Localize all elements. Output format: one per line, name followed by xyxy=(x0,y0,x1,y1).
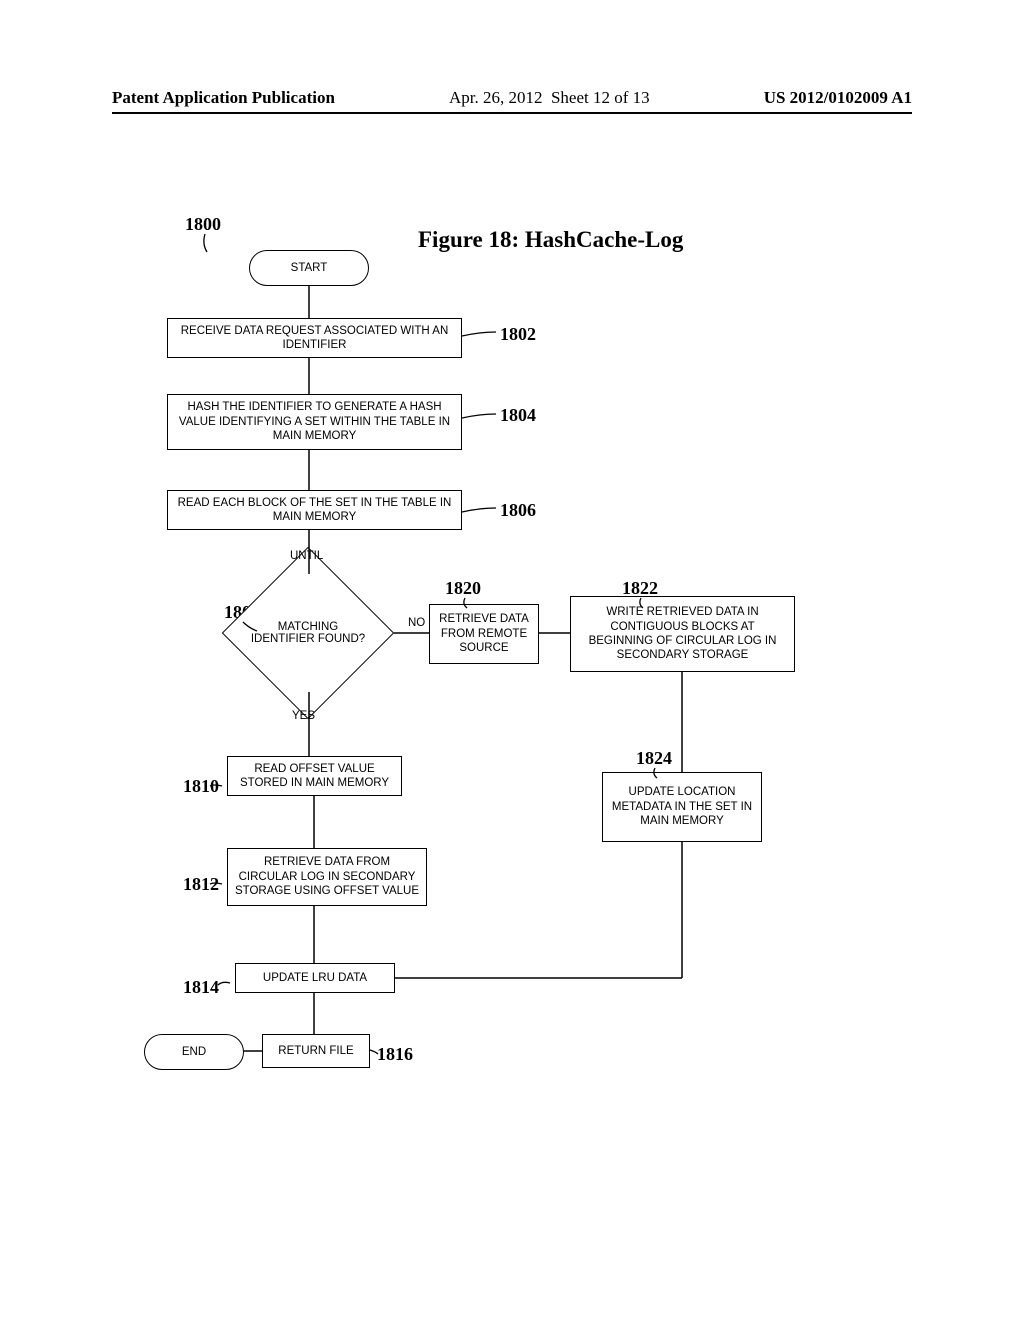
ref-1824: 1824 xyxy=(636,748,672,769)
ref-1816: 1816 xyxy=(377,1044,413,1065)
ref-1814: 1814 xyxy=(183,977,219,998)
label-yes: YES xyxy=(292,710,315,722)
label-no: NO xyxy=(408,617,425,629)
figure-title: Figure 18: HashCache-Log xyxy=(418,227,683,253)
box-write-retrieved: WRITE RETRIEVED DATA IN CONTIGUOUS BLOCK… xyxy=(570,596,795,672)
ref-1810: 1810 xyxy=(183,776,219,797)
box-hash-identifier: HASH THE IDENTIFIER TO GENERATE A HASH V… xyxy=(167,394,462,450)
decision-text: MATCHING IDENTIFIER FOUND? xyxy=(248,621,368,645)
ref-1804: 1804 xyxy=(500,405,536,426)
ref-1802: 1802 xyxy=(500,324,536,345)
page-header: Patent Application Publication Apr. 26, … xyxy=(112,88,912,114)
box-return-file: RETURN FILE xyxy=(262,1034,370,1068)
box-read-offset: READ OFFSET VALUE STORED IN MAIN MEMORY xyxy=(227,756,402,796)
box-receive-request: RECEIVE DATA REQUEST ASSOCIATED WITH AN … xyxy=(167,318,462,358)
ref-1812: 1812 xyxy=(183,874,219,895)
end-terminator: END xyxy=(144,1034,244,1070)
header-left: Patent Application Publication xyxy=(112,88,335,108)
header-right: US 2012/0102009 A1 xyxy=(764,88,912,108)
decision-matching-identifier: MATCHING IDENTIFIER FOUND? xyxy=(218,578,398,688)
start-terminator: START xyxy=(249,250,369,286)
ref-1820: 1820 xyxy=(445,578,481,599)
ref-1800: 1800 xyxy=(185,214,221,235)
box-retrieve-circular: RETRIEVE DATA FROM CIRCULAR LOG IN SECON… xyxy=(227,848,427,906)
ref-1806: 1806 xyxy=(500,500,536,521)
box-retrieve-remote: RETRIEVE DATA FROM REMOTE SOURCE xyxy=(429,604,539,664)
box-update-lru: UPDATE LRU DATA xyxy=(235,963,395,993)
box-update-metadata: UPDATE LOCATION METADATA IN THE SET IN M… xyxy=(602,772,762,842)
header-center: Apr. 26, 2012 Sheet 12 of 13 xyxy=(449,88,650,108)
label-until: UNTIL xyxy=(290,550,323,562)
box-read-blocks: READ EACH BLOCK OF THE SET IN THE TABLE … xyxy=(167,490,462,530)
